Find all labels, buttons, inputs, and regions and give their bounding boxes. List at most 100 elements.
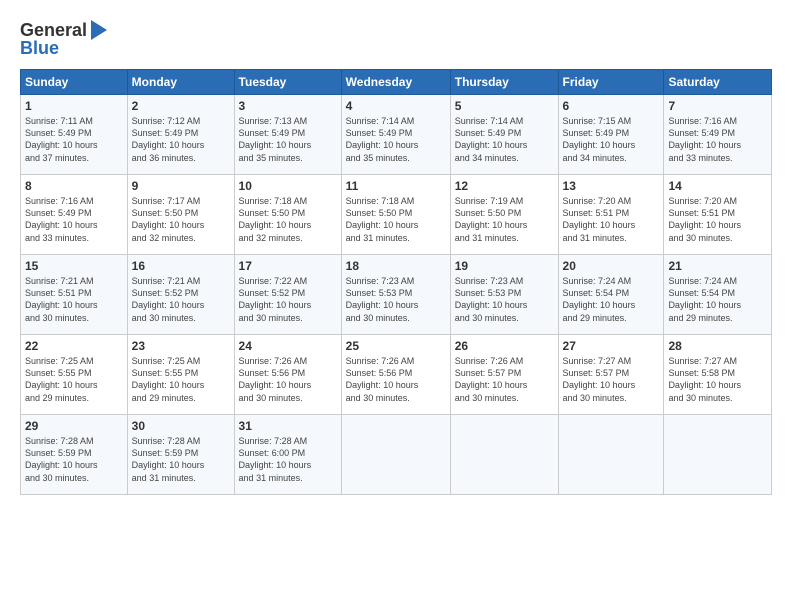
day-number: 11 — [346, 178, 446, 194]
column-header-tuesday: Tuesday — [234, 70, 341, 95]
day-number: 9 — [132, 178, 230, 194]
column-header-wednesday: Wednesday — [341, 70, 450, 95]
calendar-table: SundayMondayTuesdayWednesdayThursdayFrid… — [20, 69, 772, 495]
day-number: 4 — [346, 98, 446, 114]
day-number: 17 — [239, 258, 337, 274]
day-number: 30 — [132, 418, 230, 434]
header: General Blue — [20, 18, 772, 59]
day-info: Sunrise: 7:12 AM Sunset: 5:49 PM Dayligh… — [132, 116, 205, 162]
logo: General Blue — [20, 18, 109, 59]
calendar-cell: 18 Sunrise: 7:23 AM Sunset: 5:53 PM Dayli… — [341, 255, 450, 335]
calendar-cell — [558, 415, 664, 495]
calendar-cell: 10 Sunrise: 7:18 AM Sunset: 5:50 PM Dayli… — [234, 175, 341, 255]
calendar-cell — [664, 415, 772, 495]
calendar-cell: 9Sunrise: 7:17 AM Sunset: 5:50 PM Daylig… — [127, 175, 234, 255]
day-number: 26 — [455, 338, 554, 354]
day-number: 18 — [346, 258, 446, 274]
day-info: Sunrise: 7:28 AM Sunset: 6:00 PM Dayligh… — [239, 436, 312, 482]
day-info: Sunrise: 7:22 AM Sunset: 5:52 PM Dayligh… — [239, 276, 312, 322]
calendar-cell — [341, 415, 450, 495]
calendar-week-row: 8 Sunrise: 7:16 AM Sunset: 5:49 PM Daylig… — [21, 175, 772, 255]
day-info: Sunrise: 7:26 AM Sunset: 5:56 PM Dayligh… — [239, 356, 312, 402]
day-number: 22 — [25, 338, 123, 354]
day-info: Sunrise: 7:25 AM Sunset: 5:55 PM Dayligh… — [25, 356, 98, 402]
day-info: Sunrise: 7:26 AM Sunset: 5:56 PM Dayligh… — [346, 356, 419, 402]
day-number: 13 — [563, 178, 660, 194]
calendar-cell: 4 Sunrise: 7:14 AM Sunset: 5:49 PM Daylig… — [341, 95, 450, 175]
day-info: Sunrise: 7:23 AM Sunset: 5:53 PM Dayligh… — [455, 276, 528, 322]
calendar-cell: 20 Sunrise: 7:24 AM Sunset: 5:54 PM Dayli… — [558, 255, 664, 335]
day-info: Sunrise: 7:14 AM Sunset: 5:49 PM Dayligh… — [455, 116, 528, 162]
calendar-cell: 8 Sunrise: 7:16 AM Sunset: 5:49 PM Daylig… — [21, 175, 128, 255]
day-number: 16 — [132, 258, 230, 274]
day-info: Sunrise: 7:23 AM Sunset: 5:53 PM Dayligh… — [346, 276, 419, 322]
day-info: Sunrise: 7:16 AM Sunset: 5:49 PM Dayligh… — [25, 196, 98, 242]
calendar-cell: 15Sunrise: 7:21 AM Sunset: 5:51 PM Dayli… — [21, 255, 128, 335]
calendar-cell: 25 Sunrise: 7:26 AM Sunset: 5:56 PM Dayli… — [341, 335, 450, 415]
calendar-cell: 19 Sunrise: 7:23 AM Sunset: 5:53 PM Dayli… — [450, 255, 558, 335]
day-info: Sunrise: 7:25 AM Sunset: 5:55 PM Dayligh… — [132, 356, 205, 402]
day-number: 25 — [346, 338, 446, 354]
day-number: 31 — [239, 418, 337, 434]
day-info: Sunrise: 7:20 AM Sunset: 5:51 PM Dayligh… — [563, 196, 636, 242]
day-info: Sunrise: 7:14 AM Sunset: 5:49 PM Dayligh… — [346, 116, 419, 162]
day-info: Sunrise: 7:28 AM Sunset: 5:59 PM Dayligh… — [132, 436, 205, 482]
day-number: 24 — [239, 338, 337, 354]
calendar-cell: 12Sunrise: 7:19 AM Sunset: 5:50 PM Dayli… — [450, 175, 558, 255]
day-number: 2 — [132, 98, 230, 114]
column-header-saturday: Saturday — [664, 70, 772, 95]
calendar-cell: 1Sunrise: 7:11 AM Sunset: 5:49 PM Daylig… — [21, 95, 128, 175]
calendar-cell: 31 Sunrise: 7:28 AM Sunset: 6:00 PM Dayli… — [234, 415, 341, 495]
calendar-header-row: SundayMondayTuesdayWednesdayThursdayFrid… — [21, 70, 772, 95]
calendar-cell: 23 Sunrise: 7:25 AM Sunset: 5:55 PM Dayli… — [127, 335, 234, 415]
calendar-cell: 11 Sunrise: 7:18 AM Sunset: 5:50 PM Dayli… — [341, 175, 450, 255]
day-number: 7 — [668, 98, 767, 114]
calendar-cell: 30 Sunrise: 7:28 AM Sunset: 5:59 PM Dayli… — [127, 415, 234, 495]
day-number: 10 — [239, 178, 337, 194]
calendar-cell: 28Sunrise: 7:27 AM Sunset: 5:58 PM Dayli… — [664, 335, 772, 415]
day-number: 23 — [132, 338, 230, 354]
day-number: 8 — [25, 178, 123, 194]
calendar-cell: 24 Sunrise: 7:26 AM Sunset: 5:56 PM Dayli… — [234, 335, 341, 415]
day-number: 19 — [455, 258, 554, 274]
calendar-cell: 29 Sunrise: 7:28 AM Sunset: 5:59 PM Dayli… — [21, 415, 128, 495]
day-number: 14 — [668, 178, 767, 194]
calendar-week-row: 22 Sunrise: 7:25 AM Sunset: 5:55 PM Dayli… — [21, 335, 772, 415]
calendar-cell: 27 Sunrise: 7:27 AM Sunset: 5:57 PM Dayli… — [558, 335, 664, 415]
column-header-monday: Monday — [127, 70, 234, 95]
day-info: Sunrise: 7:27 AM Sunset: 5:57 PM Dayligh… — [563, 356, 636, 402]
day-info: Sunrise: 7:18 AM Sunset: 5:50 PM Dayligh… — [346, 196, 419, 242]
day-info: Sunrise: 7:16 AM Sunset: 5:49 PM Dayligh… — [668, 116, 741, 162]
day-number: 6 — [563, 98, 660, 114]
day-info: Sunrise: 7:27 AM Sunset: 5:58 PM Dayligh… — [668, 356, 741, 402]
day-number: 20 — [563, 258, 660, 274]
day-info: Sunrise: 7:24 AM Sunset: 5:54 PM Dayligh… — [668, 276, 741, 322]
day-info: Sunrise: 7:21 AM Sunset: 5:52 PM Dayligh… — [132, 276, 205, 322]
day-number: 27 — [563, 338, 660, 354]
day-info: Sunrise: 7:13 AM Sunset: 5:49 PM Dayligh… — [239, 116, 312, 162]
day-info: Sunrise: 7:18 AM Sunset: 5:50 PM Dayligh… — [239, 196, 312, 242]
day-number: 29 — [25, 418, 123, 434]
day-info: Sunrise: 7:15 AM Sunset: 5:49 PM Dayligh… — [563, 116, 636, 162]
day-info: Sunrise: 7:20 AM Sunset: 5:51 PM Dayligh… — [668, 196, 741, 242]
column-header-sunday: Sunday — [21, 70, 128, 95]
day-number: 1 — [25, 98, 123, 114]
calendar-cell: 5 Sunrise: 7:14 AM Sunset: 5:49 PM Daylig… — [450, 95, 558, 175]
calendar-cell: 3Sunrise: 7:13 AM Sunset: 5:49 PM Daylig… — [234, 95, 341, 175]
calendar-cell — [450, 415, 558, 495]
day-number: 5 — [455, 98, 554, 114]
calendar-cell: 2 Sunrise: 7:12 AM Sunset: 5:49 PM Daylig… — [127, 95, 234, 175]
calendar-cell: 16 Sunrise: 7:21 AM Sunset: 5:52 PM Dayli… — [127, 255, 234, 335]
calendar-week-row: 1Sunrise: 7:11 AM Sunset: 5:49 PM Daylig… — [21, 95, 772, 175]
calendar-cell: 13 Sunrise: 7:20 AM Sunset: 5:51 PM Dayli… — [558, 175, 664, 255]
calendar-page: General Blue SundayMondayTuesdayWednesda… — [0, 0, 792, 612]
day-number: 21 — [668, 258, 767, 274]
day-info: Sunrise: 7:28 AM Sunset: 5:59 PM Dayligh… — [25, 436, 98, 482]
logo-icon — [89, 18, 109, 42]
calendar-week-row: 15Sunrise: 7:21 AM Sunset: 5:51 PM Dayli… — [21, 255, 772, 335]
calendar-cell: 6 Sunrise: 7:15 AM Sunset: 5:49 PM Daylig… — [558, 95, 664, 175]
calendar-body: 1Sunrise: 7:11 AM Sunset: 5:49 PM Daylig… — [21, 95, 772, 495]
day-info: Sunrise: 7:24 AM Sunset: 5:54 PM Dayligh… — [563, 276, 636, 322]
calendar-cell: 7 Sunrise: 7:16 AM Sunset: 5:49 PM Daylig… — [664, 95, 772, 175]
column-header-friday: Friday — [558, 70, 664, 95]
